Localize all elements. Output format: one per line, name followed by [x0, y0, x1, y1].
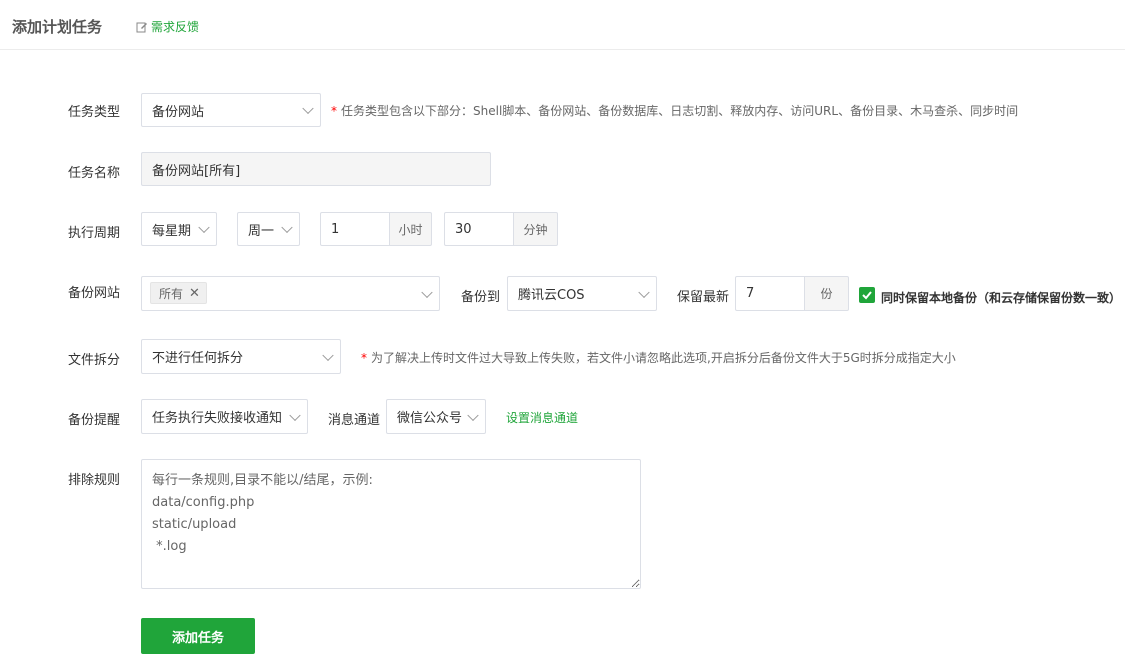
keep-local-label: 同时保留本地备份（和云存储保留份数一致）	[881, 291, 1122, 305]
task-type-label: 任务类型	[67, 105, 120, 120]
keep-local-checkbox[interactable]	[859, 287, 875, 303]
hour-value: 1	[331, 221, 340, 237]
setup-channel-link[interactable]: 设置消息通道	[506, 409, 578, 426]
required-star: *	[331, 104, 337, 118]
channel-value: 微信公众号	[397, 411, 463, 426]
minute-unit: 分钟	[514, 212, 558, 246]
chevron-down-icon	[322, 349, 334, 361]
site-tag-label: 所有	[159, 286, 184, 301]
alert-value: 任务执行失败接收通知	[152, 411, 283, 426]
required-star: *	[361, 351, 367, 365]
chevron-down-icon	[289, 409, 301, 421]
feedback-label: 需求反馈	[151, 20, 200, 34]
period-weekday-value: 周一	[248, 223, 275, 239]
period-cycle-value: 每星期	[152, 223, 192, 239]
keep-count-value: 7	[746, 286, 755, 301]
keep-count-input[interactable]: 7	[735, 276, 805, 311]
channel-label: 消息通道	[328, 413, 381, 428]
task-name-value: 备份网站[所有]	[152, 163, 241, 179]
task-name-label: 任务名称	[67, 166, 120, 181]
hour-unit: 小时	[390, 212, 432, 246]
minute-input[interactable]: 30	[444, 212, 514, 246]
page-header: 添加计划任务 需求反馈	[0, 0, 1125, 50]
backup-site-label: 备份网站	[67, 286, 120, 301]
period-label: 执行周期	[67, 226, 120, 241]
backup-to-label: 备份到	[461, 290, 501, 305]
close-icon[interactable]: ✕	[189, 286, 200, 301]
keep-unit: 份	[805, 276, 849, 311]
feedback-link[interactable]: 需求反馈	[136, 18, 199, 35]
edit-icon	[136, 22, 147, 32]
chevron-down-icon	[302, 102, 314, 115]
alert-label: 备份提醒	[67, 413, 120, 428]
check-icon	[862, 291, 872, 300]
task-type-value: 备份网站	[152, 104, 205, 120]
site-tag: 所有 ✕	[150, 282, 207, 304]
task-type-hint: * 任务类型包含以下部分：Shell脚本、备份网站、备份数据库、日志切割、释放内存…	[331, 102, 1018, 119]
split-select[interactable]: 不进行任何拆分	[141, 339, 341, 374]
backup-to-value: 腾讯云COS	[518, 288, 585, 303]
minute-value: 30	[455, 221, 472, 237]
exclude-label: 排除规则	[67, 473, 120, 488]
split-label: 文件拆分	[67, 353, 120, 368]
keep-latest-label: 保留最新	[677, 290, 730, 305]
task-type-hint-text: 任务类型包含以下部分：Shell脚本、备份网站、备份数据库、日志切割、释放内存、…	[341, 104, 1019, 118]
add-task-button[interactable]: 添加任务	[141, 618, 255, 654]
exclude-rules-textarea[interactable]	[141, 459, 641, 589]
chevron-down-icon	[421, 286, 433, 298]
hour-input[interactable]: 1	[320, 212, 390, 246]
chevron-down-icon	[198, 221, 210, 234]
period-weekday-select[interactable]: 周一	[237, 212, 300, 246]
period-cycle-select[interactable]: 每星期	[141, 212, 217, 246]
task-type-select[interactable]: 备份网站	[141, 93, 321, 127]
backup-to-select[interactable]: 腾讯云COS	[507, 276, 657, 311]
chevron-down-icon	[467, 409, 479, 421]
split-hint-text: 为了解决上传时文件过大导致上传失败，若文件小请忽略此选项,开启拆分后备份文件大于…	[371, 351, 956, 365]
alert-select[interactable]: 任务执行失败接收通知	[141, 399, 308, 434]
chevron-down-icon	[638, 286, 650, 298]
split-value: 不进行任何拆分	[152, 351, 244, 366]
channel-select[interactable]: 微信公众号	[386, 399, 486, 434]
task-name-input[interactable]: 备份网站[所有]	[141, 152, 491, 186]
chevron-down-icon	[281, 221, 293, 234]
split-hint: * 为了解决上传时文件过大导致上传失败，若文件小请忽略此选项,开启拆分后备份文件大…	[361, 349, 956, 366]
page-title: 添加计划任务	[12, 18, 103, 36]
